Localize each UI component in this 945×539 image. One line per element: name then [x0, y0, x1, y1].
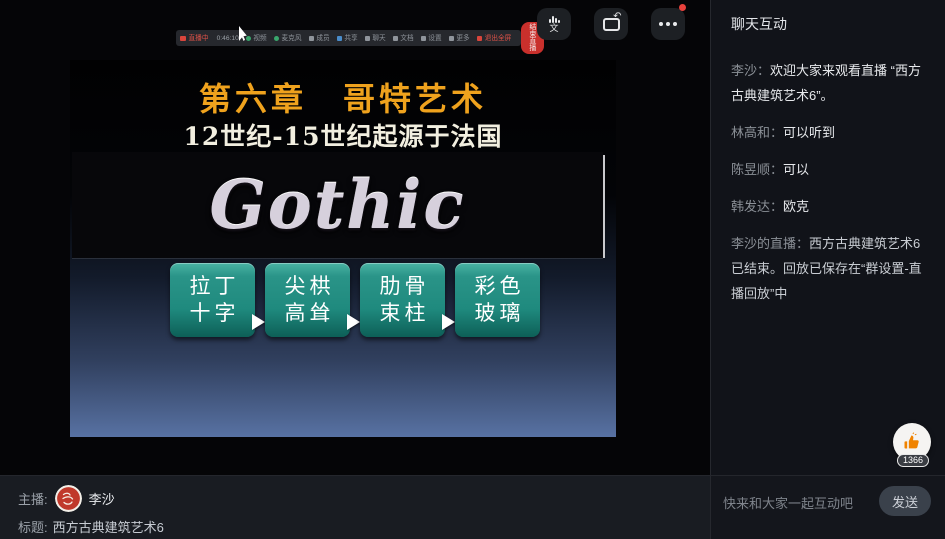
- chat-message: 陈昱顺：可以: [731, 157, 929, 182]
- right-arrow-icon: [347, 314, 360, 330]
- chat-message: 韩发达：欧克: [731, 194, 929, 219]
- toolbar-item-more[interactable]: 更多: [449, 33, 470, 43]
- share-screen-icon: [337, 36, 342, 41]
- chat-panel: 聊天互动 李沙：欢迎大家来观看直播 “西方古典建筑艺术6”。 林高和：可以听到 …: [710, 0, 945, 475]
- stream-title-value: 西方古典建筑艺术6: [53, 517, 164, 536]
- banner-right-edge-line: [603, 155, 605, 258]
- doc-icon: [393, 36, 398, 41]
- chat-input[interactable]: [723, 488, 873, 518]
- system-message: 李沙的直播：西方古典建筑艺术6 已结束。回放已保存在“群设置-直播回放”中: [731, 231, 929, 306]
- stream-title-row: 标题: 西方古典建筑艺术6: [18, 517, 164, 536]
- toolbar-item-members[interactable]: 成员: [309, 33, 330, 43]
- like-count-badge: 1366: [897, 454, 929, 467]
- right-arrow-icon: [442, 314, 455, 330]
- toolbar-item-mic[interactable]: 麦克风: [274, 33, 302, 43]
- toolbar-item-chat[interactable]: 聊天: [365, 33, 386, 43]
- chat-message: 林高和：可以听到: [731, 120, 929, 145]
- thumbs-up-icon: [902, 432, 922, 452]
- concept-box-pointed-arch: 尖栱 高耸: [265, 263, 350, 337]
- concept-box-latin-cross: 拉丁 十字: [170, 263, 255, 337]
- chat-input-bar: 发送: [710, 475, 945, 539]
- slide-subtitle: 12世纪-15世纪起源于法国: [70, 117, 616, 153]
- sender-name: 林高和：: [731, 125, 783, 140]
- like-widget: 1366: [893, 423, 933, 469]
- sender-name: 李沙：: [731, 63, 770, 78]
- rotate-screen-icon: ↶: [603, 18, 620, 31]
- seal-avatar-icon: [55, 485, 82, 512]
- sender-name: 陈昱顺：: [731, 162, 783, 177]
- notification-dot: [679, 4, 686, 11]
- sender-name: 韩发达：: [731, 199, 783, 214]
- presentation-slide: 第六章 哥特艺术 12世纪-15世纪起源于法国 Gothic 拉丁 十字 尖栱 …: [70, 60, 616, 437]
- message-text: 欧克: [783, 199, 809, 214]
- host-avatar[interactable]: [55, 485, 82, 512]
- live-signal-icon: [180, 36, 186, 41]
- live-video-stage: 直播中 0:46:10 视频 麦克风 成员 共享 聊天 文档: [0, 0, 710, 475]
- chat-panel-title: 聊天互动: [711, 0, 945, 34]
- host-row: 主播: 李沙: [18, 485, 115, 512]
- screen-share-toolbar: 直播中 0:46:10 视频 麦克风 成员 共享 聊天 文档: [176, 30, 521, 46]
- members-icon: [309, 36, 314, 41]
- chat-message: 李沙：欢迎大家来观看直播 “西方古典建筑艺术6”。: [731, 58, 929, 108]
- live-timer: 0:46:10: [216, 35, 239, 42]
- toolbar-item-share[interactable]: 共享: [337, 33, 358, 43]
- sender-name: 李沙的直播：: [731, 236, 809, 251]
- more-icon: [449, 36, 454, 41]
- chat-message-list: 李沙：欢迎大家来观看直播 “西方古典建筑艺术6”。 林高和：可以听到 陈昱顺：可…: [711, 34, 945, 306]
- ellipsis-icon: [659, 22, 677, 26]
- speech-to-text-button[interactable]: 文: [537, 8, 571, 40]
- concept-box-rib-vault: 肋骨 束柱: [360, 263, 445, 337]
- right-arrow-icon: [252, 314, 265, 330]
- gothic-banner-image: Gothic: [72, 152, 603, 258]
- stream-info-bar: 主播: 李沙 标题: 西方古典建筑艺术6: [0, 475, 710, 539]
- toolbar-item-doc[interactable]: 文档: [393, 33, 414, 43]
- speech-to-text-icon: 文: [549, 16, 560, 33]
- host-label: 主播:: [18, 489, 48, 508]
- host-name: 李沙: [89, 489, 115, 508]
- message-text: 可以: [783, 162, 809, 177]
- send-button[interactable]: 发送: [879, 486, 931, 516]
- exit-fullscreen-icon: [477, 36, 482, 41]
- camera-icon: [246, 36, 251, 41]
- live-status: 直播中: [180, 33, 209, 43]
- rotate-screen-button[interactable]: ↶: [594, 8, 628, 40]
- concept-boxes: 拉丁 十字 尖栱 高耸 肋骨 束柱 彩色 玻璃: [170, 263, 550, 337]
- mic-icon: [274, 36, 279, 41]
- more-options-button[interactable]: [651, 8, 685, 40]
- gothic-banner-text: Gothic: [209, 166, 465, 244]
- chat-icon: [365, 36, 370, 41]
- gear-icon: [421, 36, 426, 41]
- concept-box-stained-glass: 彩色 玻璃: [455, 263, 540, 337]
- toolbar-item-camera[interactable]: 视频: [246, 33, 267, 43]
- toolbar-item-exit-fullscreen[interactable]: 退出全屏: [477, 33, 512, 43]
- message-text: 可以听到: [783, 125, 835, 140]
- toolbar-item-settings[interactable]: 设置: [421, 33, 442, 43]
- slide-chapter-title: 第六章 哥特艺术: [70, 74, 616, 120]
- stream-title-label: 标题:: [18, 517, 48, 536]
